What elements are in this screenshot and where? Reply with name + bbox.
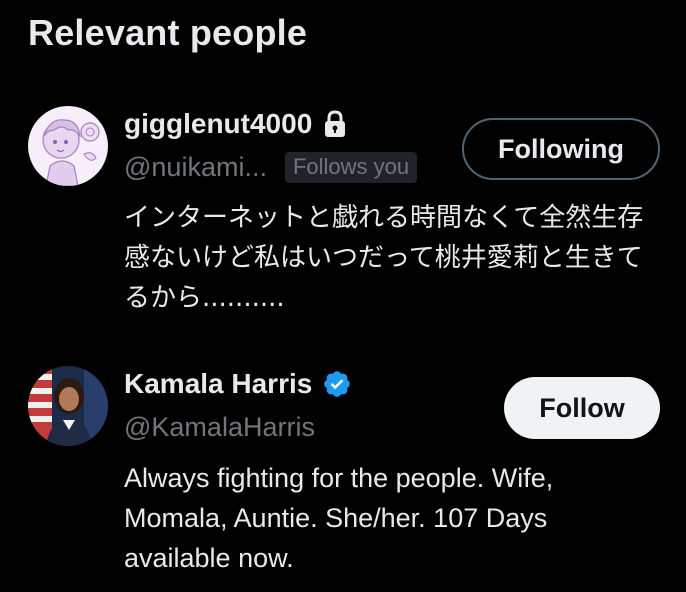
name-row: Kamala Harris	[124, 368, 352, 400]
user-bio: インターネットと戯れる時間なくて全然生存感ないけど私はいつだって桃井愛莉と生きて…	[124, 203, 644, 313]
user-handle[interactable]: @KamalaHarris	[124, 412, 315, 443]
display-name[interactable]: gigglenut4000	[124, 108, 312, 140]
user-handle[interactable]: @nuikami...	[124, 152, 267, 183]
relevant-people-panel: Relevant people gigglenut4000 @nuikami..…	[0, 0, 686, 592]
display-name[interactable]: Kamala Harris	[124, 368, 312, 400]
verified-badge-icon[interactable]	[322, 369, 352, 399]
handle-row: @KamalaHarris	[124, 412, 315, 443]
following-button[interactable]: Following	[462, 118, 660, 180]
section-title: Relevant people	[28, 12, 308, 53]
follows-you-badge: Follows you	[284, 152, 418, 183]
follow-button[interactable]: Follow	[504, 377, 660, 439]
lock-icon	[322, 110, 348, 138]
handle-row: @nuikami... Follows you	[124, 152, 418, 183]
user-bio: Always fighting for the people. Wife, Mo…	[124, 463, 554, 573]
avatar[interactable]	[28, 366, 108, 446]
avatar[interactable]	[28, 106, 108, 186]
name-row: gigglenut4000	[124, 108, 348, 140]
